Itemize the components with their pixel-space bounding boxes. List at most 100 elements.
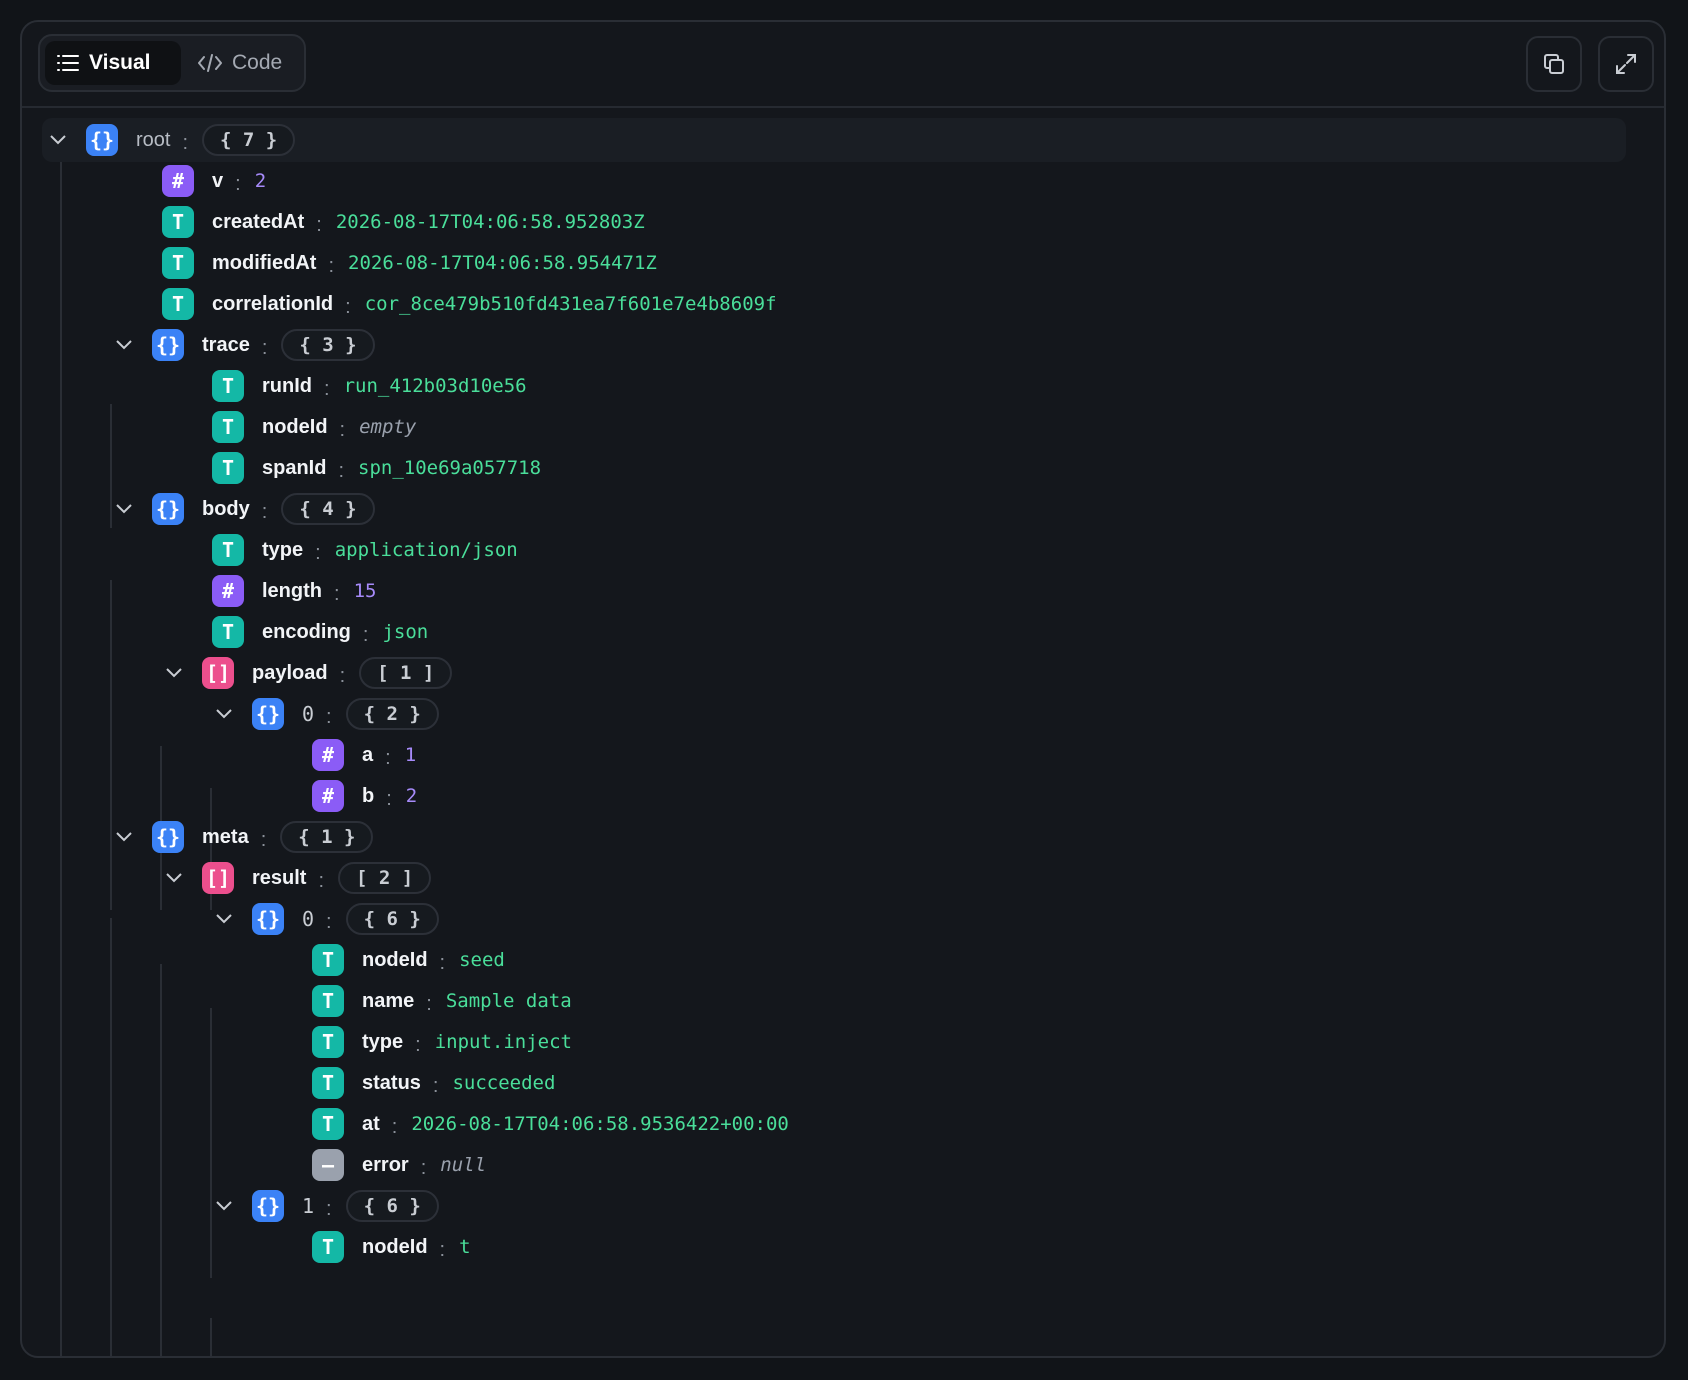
object-icon: {} (252, 903, 284, 935)
node-key: name (362, 989, 415, 1012)
tree-node-result-1-nodeId[interactable]: T nodeId : t (312, 1225, 471, 1269)
code-tab-label: Code (232, 51, 283, 74)
visual-tab[interactable]: Visual (45, 41, 181, 85)
string-icon: T (212, 616, 244, 648)
tree-node-modifiedAt[interactable]: T modifiedAt : 2026-08-17T04:06:58.95447… (162, 241, 657, 285)
tree-node-result-0-name[interactable]: T name : Sample data (312, 979, 572, 1023)
toolbar: Visual Code (22, 22, 1664, 108)
chevron-down-icon[interactable] (212, 907, 236, 931)
tree-node-trace[interactable]: {} trace : { 3 } (112, 323, 375, 367)
node-count-badge: { 6 } (345, 903, 439, 935)
array-icon: [] (202, 862, 234, 894)
tree-node-root[interactable]: {} root : { 7 } (42, 118, 1626, 162)
tree-node-result-0-type[interactable]: T type : input.inject (312, 1020, 572, 1064)
tree-node-payload-0-a[interactable]: # a : 1 (312, 733, 416, 777)
code-tab[interactable]: Code (186, 41, 302, 85)
tree-node-payload-0[interactable]: {} 0 : { 2 } (212, 692, 439, 736)
node-key: status (362, 1071, 421, 1094)
tree-node-body-payload[interactable]: [] payload : [ 1 ] (162, 651, 453, 695)
tree-node-v[interactable]: # v : 2 (162, 159, 266, 203)
node-key: encoding (262, 620, 351, 643)
tree-node-trace-nodeId[interactable]: T nodeId : empty (212, 405, 416, 449)
tree-node-result-0-status[interactable]: T status : succeeded (312, 1061, 555, 1105)
tree-node-meta[interactable]: {} meta : { 1 } (112, 815, 374, 859)
string-icon: T (212, 534, 244, 566)
tree-node-result-0-error[interactable]: — error : null (312, 1143, 486, 1187)
node-value: 2 (405, 785, 418, 807)
null-icon: — (312, 1149, 344, 1181)
node-value: empty (359, 416, 417, 438)
tree-node-trace-runId[interactable]: T runId : run_412b03d10e56 (212, 364, 527, 408)
string-icon: T (312, 1067, 344, 1099)
view-mode-toggle: Visual Code (38, 34, 306, 92)
json-viewer-panel: Visual Code {} root : {7} # v: 2 T cr… (20, 20, 1666, 1358)
string-icon: T (312, 944, 344, 976)
node-key: nodeId (362, 1235, 428, 1258)
node-key: 0 (302, 907, 315, 931)
tree-node-body-encoding[interactable]: T encoding : json (212, 610, 428, 654)
node-key: runId (262, 374, 312, 397)
node-value: seed (459, 949, 505, 971)
tree-node-body[interactable]: {} body : { 4 } (112, 487, 375, 531)
node-count-badge: { 1 } (280, 821, 374, 853)
tree-node-result-0-at[interactable]: T at : 2026-08-17T04:06:58.9536422+00:00 (312, 1102, 789, 1146)
tree-node-result-0[interactable]: {} 0 : { 6 } (212, 897, 439, 941)
tree-node-correlationId[interactable]: T correlationId : cor_8ce479b510fd431ea7… (162, 282, 777, 326)
string-icon: T (312, 1108, 344, 1140)
tree-node-body-type[interactable]: T type : application/json (212, 528, 518, 572)
node-count-badge: { 6 } (345, 1190, 439, 1222)
node-count-badge: { 2 } (345, 698, 439, 730)
string-icon: T (212, 370, 244, 402)
tree-node-result-0-nodeId[interactable]: T nodeId : seed (312, 938, 505, 982)
node-key: 0 (302, 702, 315, 726)
node-key: spanId (262, 456, 327, 479)
tree-node-body-length[interactable]: # length : 15 (212, 569, 376, 613)
chevron-down-icon[interactable] (112, 497, 136, 521)
node-key: type (362, 1030, 404, 1053)
object-icon: {} (152, 821, 184, 853)
copy-button[interactable] (1526, 36, 1582, 92)
chevron-down-icon[interactable] (212, 1194, 236, 1218)
chevron-down-icon[interactable] (46, 128, 70, 152)
node-value: spn_10e69a057718 (358, 457, 542, 479)
number-icon: # (312, 739, 344, 771)
node-key: trace (202, 333, 250, 356)
node-key: meta (202, 825, 249, 848)
tree-node-trace-spanId[interactable]: T spanId : spn_10e69a057718 (212, 446, 541, 490)
node-value: 1 (404, 744, 417, 766)
tree-guide-result (160, 964, 162, 1356)
chevron-down-icon[interactable] (112, 333, 136, 357)
string-icon: T (162, 247, 194, 279)
chevron-down-icon[interactable] (112, 825, 136, 849)
tree-node-meta-result[interactable]: [] result : [ 2 ] (162, 856, 432, 900)
node-key: length (262, 579, 322, 602)
node-key: root (136, 128, 171, 151)
tree-node-result-1[interactable]: {} 1 : { 6 } (212, 1184, 439, 1228)
node-count-badge: { 7 } (202, 124, 296, 156)
object-icon: {} (252, 1190, 284, 1222)
node-key: body (202, 497, 250, 520)
chevron-down-icon[interactable] (162, 866, 186, 890)
chevron-down-icon[interactable] (212, 702, 236, 726)
copy-icon (1544, 54, 1564, 74)
tree-node-payload-0-b[interactable]: # b : 2 (312, 774, 417, 818)
node-value: 15 (353, 580, 377, 602)
chevron-down-icon[interactable] (162, 661, 186, 685)
node-key: modifiedAt (212, 251, 317, 274)
node-key: createdAt (212, 210, 305, 233)
node-value: 2026-08-17T04:06:58.952803Z (335, 211, 645, 233)
tree-node-createdAt[interactable]: T createdAt : 2026-08-17T04:06:58.952803… (162, 200, 645, 244)
list-icon (57, 55, 79, 71)
node-value: cor_8ce479b510fd431ea7f601e7e4b8609f (364, 293, 777, 315)
node-value: run_412b03d10e56 (343, 375, 527, 397)
node-key: type (262, 538, 304, 561)
number-icon: # (162, 165, 194, 197)
node-value: application/json (334, 539, 518, 561)
node-key: v (212, 169, 224, 192)
number-icon: # (212, 575, 244, 607)
node-key: 1 (302, 1194, 315, 1218)
string-icon: T (312, 1231, 344, 1263)
expand-button[interactable] (1598, 36, 1654, 92)
tree-guide-meta (110, 918, 112, 1356)
object-icon: {} (252, 698, 284, 730)
